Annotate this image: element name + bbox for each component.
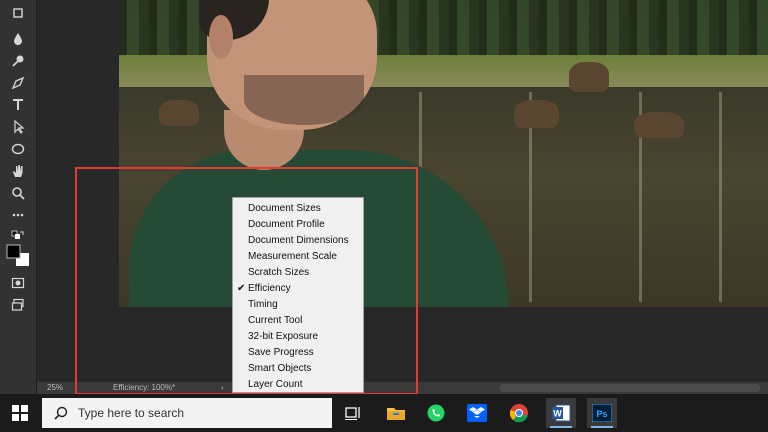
photoshop-icon[interactable]: Ps — [587, 398, 617, 428]
task-view-icon[interactable] — [338, 398, 368, 428]
ellipse-tool-icon[interactable] — [8, 140, 28, 158]
type-tool-icon[interactable] — [8, 96, 28, 114]
menu-item-label: Measurement Scale — [248, 251, 337, 262]
menu-item-label: Save Progress — [248, 347, 314, 358]
menu-item-label: Efficiency — [248, 283, 291, 294]
menu-item-document-dimensions[interactable]: Document Dimensions — [233, 233, 363, 249]
menu-item-timing[interactable]: Timing — [233, 297, 363, 313]
active-app-indicator — [591, 426, 613, 428]
menu-item-smart-objects[interactable]: Smart Objects — [233, 361, 363, 377]
search-placeholder: Type here to search — [78, 406, 185, 420]
menu-item-label: 32-bit Exposure — [248, 331, 319, 342]
windows-taskbar: Type here to search W Ps — [0, 394, 768, 432]
menu-item-32-bit-exposure[interactable]: 32-bit Exposure — [233, 329, 363, 345]
menu-item-document-profile[interactable]: Document Profile — [233, 217, 363, 233]
menu-item-label: Scratch Sizes — [248, 267, 310, 278]
pen-tool-icon[interactable] — [8, 74, 28, 92]
more-tools-icon[interactable] — [8, 206, 28, 224]
eraser-tool-icon[interactable] — [8, 4, 28, 22]
file-explorer-icon[interactable] — [381, 398, 411, 428]
menu-item-efficiency[interactable]: ✔ Efficiency — [233, 281, 363, 297]
document-workspace — [37, 0, 768, 382]
menu-item-label: Smart Objects — [248, 363, 312, 374]
photoshop-letters: Ps — [596, 409, 607, 419]
tree-stump — [514, 100, 559, 128]
menu-item-measurement-scale[interactable]: Measurement Scale — [233, 249, 363, 265]
menu-item-save-progress[interactable]: Save Progress — [233, 345, 363, 361]
menu-item-document-sizes[interactable]: Document Sizes — [233, 201, 363, 217]
beard — [244, 75, 364, 125]
checkmark-icon: ✔ — [237, 283, 246, 294]
dropbox-icon[interactable] — [462, 398, 492, 428]
screen-mode-icon[interactable] — [8, 296, 28, 314]
status-bar: 25% Efficiency: 100%* › — [37, 382, 768, 394]
color-swatches-icon[interactable] — [4, 244, 32, 268]
menu-item-label: Timing — [248, 299, 278, 310]
status-menu-arrow[interactable]: › — [221, 383, 224, 392]
quick-mask-icon[interactable] — [8, 274, 28, 292]
tree-reflection — [719, 92, 722, 302]
taskbar-search-box[interactable]: Type here to search — [42, 398, 332, 428]
path-selection-tool-icon[interactable] — [8, 118, 28, 136]
tree-stump — [634, 112, 684, 138]
menu-item-label: Layer Count — [248, 379, 303, 390]
status-info-readout: Efficiency: 100%* — [113, 383, 176, 392]
status-info-menu: Document Sizes Document Profile Document… — [232, 197, 364, 393]
menu-item-scratch-sizes[interactable]: Scratch Sizes — [233, 265, 363, 281]
menu-item-current-tool[interactable]: Current Tool — [233, 313, 363, 329]
menu-item-label: Document Dimensions — [248, 235, 349, 246]
zoom-level[interactable]: 25% — [47, 383, 63, 392]
ear — [209, 15, 233, 59]
search-icon — [54, 406, 68, 420]
menu-item-label: Current Tool — [248, 315, 303, 326]
blur-tool-icon[interactable] — [8, 30, 28, 48]
windows-start-icon[interactable] — [12, 405, 28, 421]
active-app-indicator — [550, 426, 572, 428]
chrome-icon[interactable] — [504, 398, 534, 428]
word-letter: W — [553, 409, 562, 419]
zoom-tool-icon[interactable] — [8, 184, 28, 202]
word-icon[interactable]: W — [546, 398, 576, 428]
tools-panel — [0, 0, 37, 394]
dodge-tool-icon[interactable] — [8, 52, 28, 70]
horizontal-scrollbar[interactable] — [500, 384, 760, 392]
hand-tool-icon[interactable] — [8, 162, 28, 180]
photo-canvas[interactable] — [119, 0, 768, 307]
tree-stump — [569, 62, 609, 92]
menu-item-layer-count[interactable]: Layer Count — [233, 377, 363, 393]
menu-item-label: Document Sizes — [248, 203, 321, 214]
whatsapp-icon[interactable] — [421, 398, 451, 428]
menu-item-label: Document Profile — [248, 219, 325, 230]
